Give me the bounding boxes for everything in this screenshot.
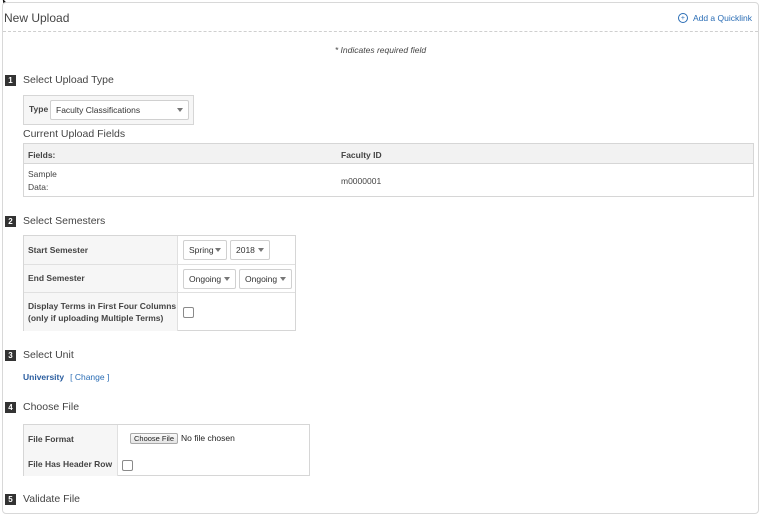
panel-header: New Upload + Add a Quicklink: [3, 3, 758, 32]
step-number: 3: [5, 349, 16, 361]
step-choose-file: 4 Choose File: [5, 401, 79, 413]
step-select-upload-type: 1 Select Upload Type: [5, 74, 114, 86]
plus-circle-icon: +: [677, 13, 688, 23]
file-format-label: File Format: [24, 425, 118, 452]
end-year-select[interactable]: Ongoing: [239, 269, 292, 289]
chevron-down-icon: [224, 277, 230, 281]
chevron-down-icon: [215, 248, 221, 252]
required-field-note: * Indicates required field: [334, 45, 427, 55]
start-semester-label: Start Semester: [24, 236, 178, 264]
step-label: Choose File: [23, 401, 80, 413]
start-year-value: 2018: [236, 245, 255, 255]
end-term-select[interactable]: Ongoing: [183, 269, 236, 289]
start-year-select[interactable]: 2018: [230, 240, 270, 260]
add-quicklink-label: Add a Quicklink: [692, 13, 752, 23]
step-label: Select Unit: [23, 349, 74, 361]
step-number: 1: [5, 74, 16, 86]
file-has-header-row-label: File Has Header Row: [24, 452, 118, 476]
display-terms-checkbox[interactable]: [183, 307, 194, 318]
sample-label-line2: Data:: [28, 182, 49, 192]
add-quicklink-link[interactable]: + Add a Quicklink: [677, 13, 752, 23]
chevron-down-icon: [258, 248, 264, 252]
no-file-chosen-text: No file chosen: [181, 433, 235, 443]
end-year-value: Ongoing: [245, 274, 278, 284]
step-label: Select Semesters: [23, 215, 106, 227]
type-label: Type: [29, 104, 49, 114]
start-semester-row: Start Semester Spring 2018: [24, 236, 295, 265]
choose-file-button[interactable]: Choose File: [130, 433, 179, 444]
end-semester-label: End Semester: [24, 265, 178, 292]
step-label: Validate File: [23, 493, 81, 505]
sample-label-line1: Sample: [28, 169, 57, 179]
sample-value: m0000001: [341, 176, 382, 186]
faculty-id-header: Faculty ID: [341, 150, 382, 160]
step-number: 4: [5, 401, 16, 413]
chevron-down-icon: [280, 277, 286, 281]
step-select-semesters: 2 Select Semesters: [5, 215, 105, 227]
start-term-select[interactable]: Spring: [183, 240, 227, 260]
step-select-unit: 3 Select Unit: [5, 349, 74, 361]
step-validate-file: 5 Validate File: [5, 493, 80, 505]
upload-type-box: Type Faculty Classifications: [23, 95, 194, 125]
end-term-value: Ongoing: [189, 274, 222, 284]
file-format-row: File Format Choose File No file chosen: [24, 425, 309, 452]
fields-header-label: Fields:: [28, 150, 56, 160]
upload-type-value: Faculty Classifications: [56, 105, 141, 115]
display-terms-line2: (only if uploading Multiple Terms): [28, 313, 164, 323]
current-upload-fields-title: Current Upload Fields: [23, 128, 126, 140]
start-term-value: Spring: [189, 245, 214, 255]
upload-panel: New Upload + Add a Quicklink * Indicates…: [2, 2, 759, 514]
step-number: 2: [5, 215, 16, 227]
step-number: 5: [5, 493, 16, 505]
unit-name: University: [23, 372, 65, 382]
header-row-row: File Has Header Row: [24, 452, 309, 476]
table-header-row: Fields: Faculty ID: [24, 144, 753, 164]
display-terms-label: Display Terms in First Four Columns (onl…: [24, 293, 178, 331]
header-row-checkbox[interactable]: [122, 460, 133, 471]
page-title: New Upload: [4, 11, 70, 25]
upload-type-select[interactable]: Faculty Classifications: [50, 100, 189, 120]
chevron-down-icon: [177, 108, 183, 112]
step-label: Select Upload Type: [23, 74, 114, 86]
unit-row: University [ Change ]: [23, 372, 109, 382]
file-table: File Format Choose File No file chosen F…: [23, 424, 310, 476]
display-terms-line1: Display Terms in First Four Columns: [28, 300, 177, 311]
display-terms-row: Display Terms in First Four Columns (onl…: [24, 293, 295, 331]
upload-fields-table: Fields: Faculty ID Sample Data: m0000001: [23, 143, 754, 197]
change-unit-link[interactable]: [ Change ]: [70, 372, 109, 382]
semesters-table: Start Semester Spring 2018 End Semester …: [23, 235, 296, 331]
end-semester-row: End Semester Ongoing Ongoing: [24, 265, 295, 293]
